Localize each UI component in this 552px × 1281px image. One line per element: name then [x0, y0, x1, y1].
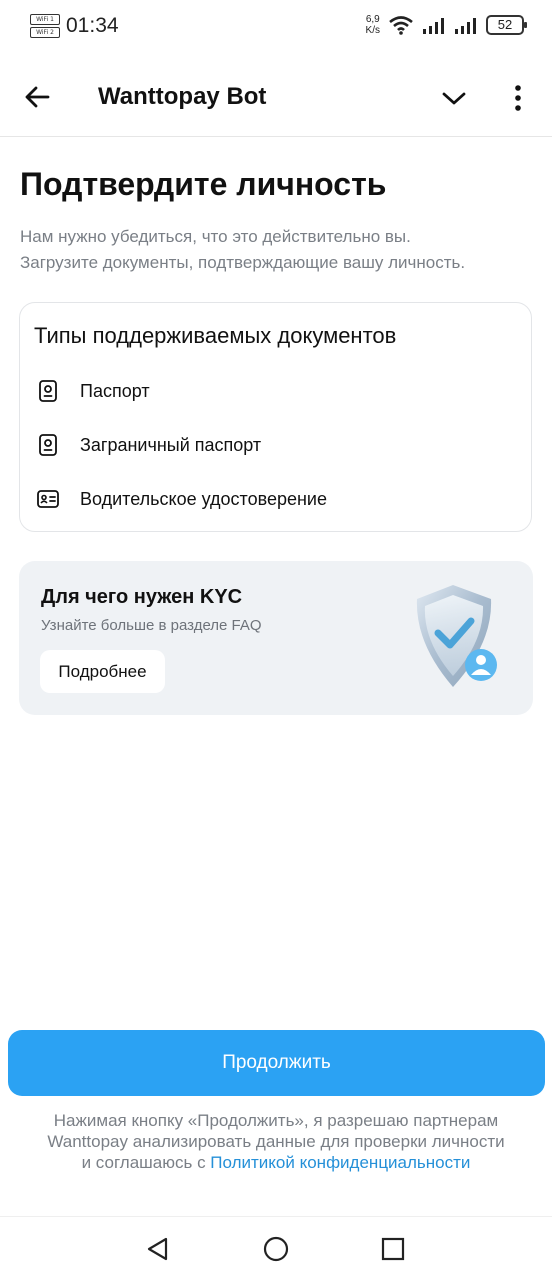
legal-line-1: Нажимая кнопку «Продолжить», я разрешаю …: [53, 1111, 499, 1130]
signal-icon-2: [455, 18, 476, 34]
document-item-foreign-passport: Заграничный паспорт: [36, 433, 261, 457]
continue-button[interactable]: Продолжить: [8, 1030, 545, 1096]
main-description: Нам нужно убедиться, что это действитель…: [20, 224, 540, 276]
legal-notice: Нажимая кнопку «Продолжить», я разрешаю …: [0, 1110, 552, 1173]
passport-icon: [39, 380, 57, 402]
back-arrow-icon[interactable]: [22, 82, 52, 112]
battery-indicator: 52: [486, 15, 527, 35]
supported-documents-card: Типы поддерживаемых документов Паспорт З…: [19, 302, 532, 532]
document-label: Паспорт: [80, 380, 150, 401]
nav-recents-icon[interactable]: [379, 1235, 407, 1263]
document-item-passport: Паспорт: [36, 379, 150, 403]
legal-line-3: и соглашаюсь с Политикой конфиденциально…: [0, 1152, 552, 1173]
legal-line-3-prefix: и соглашаюсь с: [81, 1153, 211, 1172]
document-item-drivers-license: Водительское удостоверение: [36, 487, 327, 511]
status-left: WiFi 1 WiFi 2 01:34: [30, 14, 119, 38]
main-heading: Подтвердите личность: [20, 166, 387, 202]
nav-back-icon[interactable]: [144, 1235, 172, 1263]
passport-icon: [39, 434, 57, 456]
network-speed-unit: K/s: [365, 25, 380, 36]
wifi-tags: WiFi 1 WiFi 2: [30, 14, 60, 38]
id-card-icon: [37, 490, 59, 508]
documents-title: Типы поддерживаемых документов: [34, 323, 397, 348]
document-label: Водительское удостоверение: [80, 488, 327, 509]
privacy-policy-link[interactable]: Политикой конфиденциальности: [210, 1153, 470, 1172]
more-details-button[interactable]: Подробнее: [40, 650, 165, 693]
wifi-tag-1: WiFi 1: [30, 14, 60, 25]
page-title: Wanttopay Bot: [98, 83, 267, 110]
more-menu-icon[interactable]: [508, 84, 528, 112]
chevron-down-icon[interactable]: [440, 84, 468, 112]
status-time: 01:34: [66, 14, 119, 37]
system-nav-bar: [0, 1216, 552, 1281]
nav-home-icon[interactable]: [262, 1235, 290, 1263]
kyc-subtitle: Узнайте больше в разделе FAQ: [41, 617, 262, 634]
kyc-title: Для чего нужен KYC: [41, 586, 243, 608]
document-label: Заграничный паспорт: [80, 434, 262, 455]
legal-line-2: Wanttopay анализировать данные для прове…: [47, 1132, 505, 1151]
wifi-tag-2: WiFi 2: [30, 27, 60, 38]
description-line-1: Нам нужно убедиться, что это действитель…: [20, 227, 411, 246]
description-line-2: Загрузите документы, подтверждающие вашу…: [20, 253, 466, 272]
wifi-icon: [389, 16, 413, 35]
app-header: Wanttopay Bot: [0, 56, 552, 137]
network-speed-value: 6,9: [365, 14, 380, 25]
shield-user-icon: [416, 585, 497, 687]
status-bar: WiFi 1 WiFi 2 01:34 6,9 K/s 52: [0, 0, 552, 56]
status-right: 6,9 K/s 52: [366, 14, 527, 36]
signal-icon: [423, 18, 444, 34]
network-speed: 6,9 K/s: [366, 14, 380, 36]
kyc-info-card: Для чего нужен KYC Узнайте больше в разд…: [19, 561, 533, 715]
